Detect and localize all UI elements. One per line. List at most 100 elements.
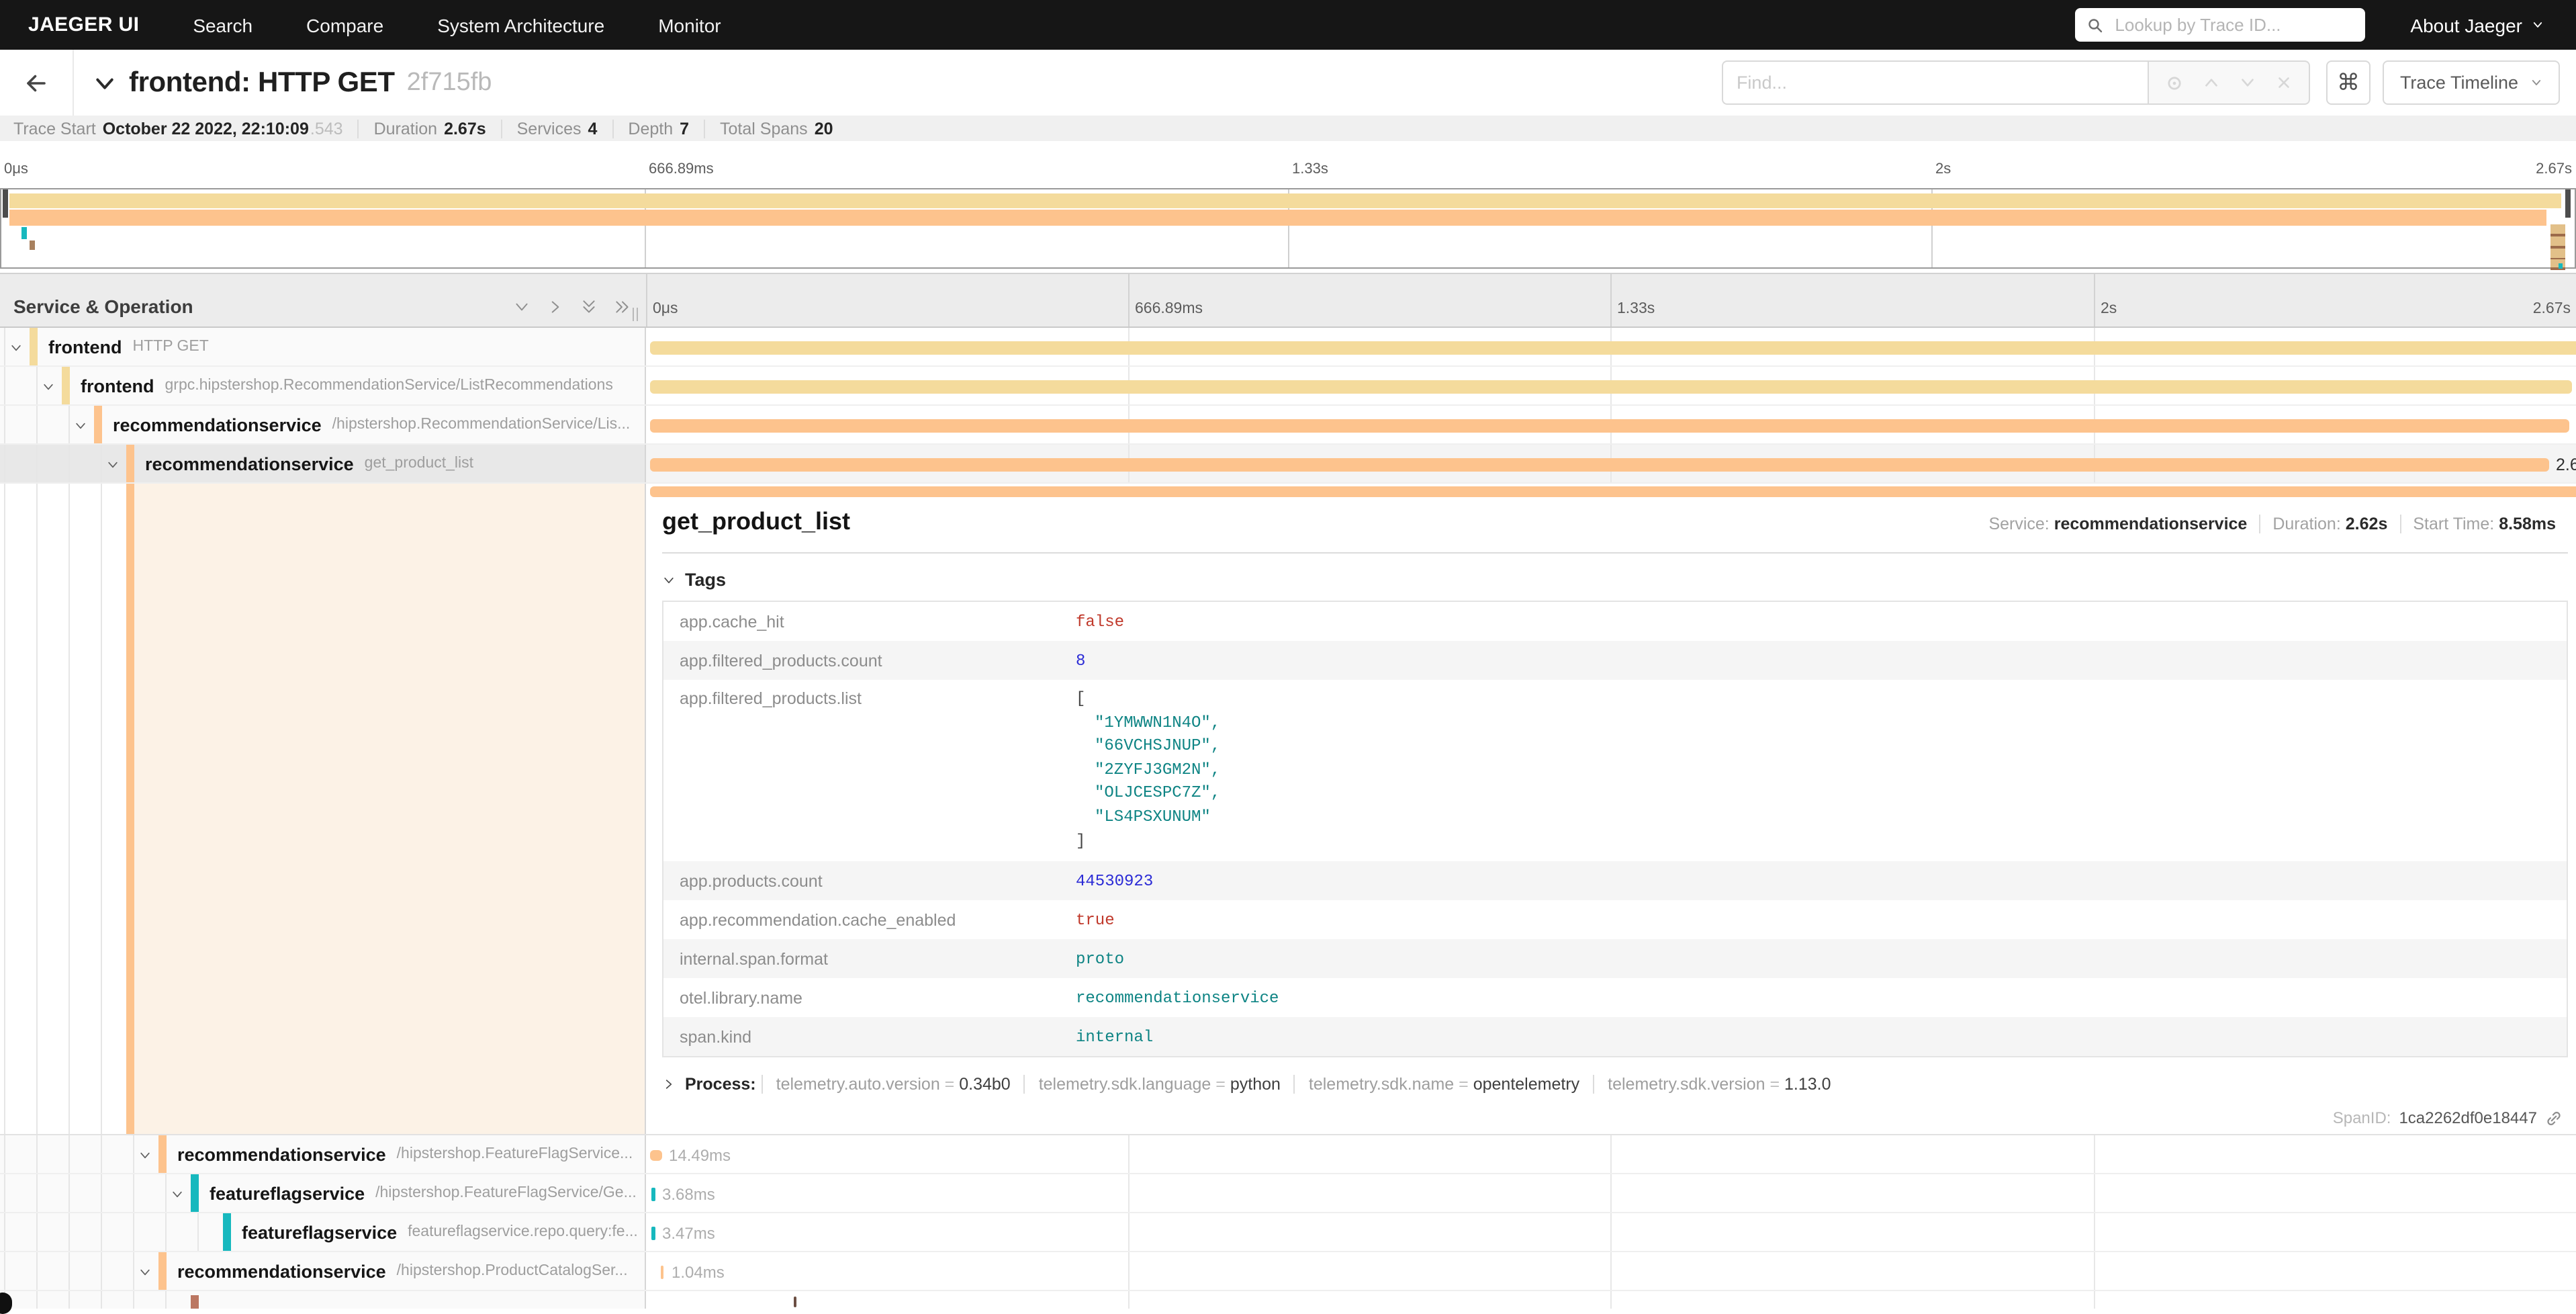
- timeline-tick: 2.67s: [2533, 301, 2571, 317]
- span-service: frontend: [48, 337, 122, 357]
- collapse-span-chevron[interactable]: [138, 1266, 152, 1279]
- focus-target-icon[interactable]: [2165, 73, 2184, 92]
- span-row-featureflag-repo-query[interactable]: featureflagservice featureflagservice.re…: [0, 1213, 2576, 1252]
- minimap-canvas[interactable]: [0, 188, 2576, 269]
- span-row-featureflag-get[interactable]: featureflagservice /hipstershop.FeatureF…: [0, 1174, 2576, 1213]
- collapse-span-chevron[interactable]: [106, 458, 120, 472]
- collapse-span-chevron[interactable]: [9, 341, 23, 355]
- timeline-tick: 666.89ms: [1135, 301, 1203, 317]
- minimap-right-scrubber[interactable]: [2565, 189, 2571, 218]
- trace-lookup-input[interactable]: [2112, 13, 2352, 36]
- span-operation: /hipstershop.ProductCatalogSer...: [397, 1263, 628, 1279]
- collapse-span-chevron[interactable]: [138, 1149, 152, 1162]
- collapse-all-icon[interactable]: [580, 298, 598, 316]
- span-duration: 3.47ms: [662, 1224, 715, 1243]
- detail-service: Service: recommendationservice: [1976, 515, 2259, 533]
- find-prev-icon[interactable]: [2203, 74, 2220, 91]
- span-row-frontend-httpget[interactable]: frontend HTTP GET: [0, 328, 2576, 367]
- find-next-icon[interactable]: [2239, 74, 2256, 91]
- process-tag: telemetry.sdk.languagepython: [1024, 1075, 1294, 1094]
- span-bar[interactable]: [650, 380, 2572, 394]
- span-detail-row: get_product_list Service: recommendation…: [0, 484, 2576, 1135]
- chevron-down-icon: [2530, 77, 2542, 89]
- trace-view-select[interactable]: Trace Timeline: [2383, 60, 2560, 105]
- expand-one-icon[interactable]: [547, 298, 564, 316]
- span-bar[interactable]: [650, 1150, 662, 1161]
- column-resizer-handle[interactable]: [633, 308, 638, 321]
- span-duration: 2.62s: [2556, 455, 2576, 474]
- trace-lookup-box[interactable]: [2074, 8, 2364, 42]
- about-jaeger-menu[interactable]: About Jaeger: [2410, 14, 2544, 36]
- app-brand[interactable]: JAEGER UI: [28, 13, 139, 36]
- collapse-span-chevron[interactable]: [42, 380, 55, 394]
- span-id: SpanID: 1ca2262df0e18447: [2333, 1108, 2563, 1127]
- process-tag: telemetry.sdk.nameopentelemetry: [1294, 1075, 1593, 1094]
- service-operation-header: Service & Operation: [13, 296, 193, 317]
- tag-row: app.cache_hit false: [663, 602, 2567, 641]
- tag-row: span.kind internal: [663, 1017, 2567, 1056]
- detail-duration: Duration: 2.62s: [2259, 515, 2399, 533]
- span-service: frontend: [81, 376, 154, 396]
- clear-find-icon[interactable]: [2275, 74, 2293, 91]
- span-bar[interactable]: [651, 1227, 655, 1240]
- search-icon: [2086, 17, 2103, 33]
- span-operation: get_product_list: [365, 455, 473, 472]
- nav-item-monitor[interactable]: Monitor: [658, 14, 721, 36]
- tags-section-title: Tags: [685, 570, 726, 590]
- span-detail-panel: get_product_list Service: recommendation…: [646, 484, 2576, 1134]
- span-bar[interactable]: [651, 1188, 655, 1201]
- tag-row: otel.library.name recommendationservice: [663, 978, 2567, 1017]
- link-icon[interactable]: [2545, 1109, 2563, 1127]
- minimap-span-bar: [9, 209, 2546, 225]
- span-operation: grpc.hipstershop.RecommendationService/L…: [165, 378, 613, 394]
- collapse-span-chevron[interactable]: [74, 419, 87, 433]
- span-row-recommendation-productcatalog[interactable]: recommendationservice /hipstershop.Produ…: [0, 1252, 2576, 1291]
- timeline-minimap[interactable]: 0μs 666.89ms 1.33s 2s 2.67s: [0, 141, 2576, 273]
- minimap-left-scrubber[interactable]: [3, 189, 8, 218]
- minimap-span-bar: [2550, 236, 2565, 249]
- span-duration: 14.49ms: [669, 1146, 731, 1165]
- chevron-right-icon: [662, 1078, 676, 1091]
- find-input[interactable]: [1722, 60, 2148, 105]
- span-detail-left-gutter: [0, 484, 646, 1134]
- span-bar[interactable]: [650, 419, 2569, 433]
- nav-item-search[interactable]: Search: [193, 14, 252, 36]
- keyboard-shortcuts-button[interactable]: ⌘: [2326, 60, 2371, 105]
- minimap-span-bar: [2559, 263, 2563, 269]
- span-bar[interactable]: [794, 1297, 796, 1307]
- command-icon: ⌘: [2337, 69, 2360, 96]
- span-row-get-product-list[interactable]: recommendationservice get_product_list 2…: [0, 445, 2576, 484]
- span-row-recommendation-featureflag[interactable]: recommendationservice /hipstershop.Featu…: [0, 1135, 2576, 1174]
- minimap-span-bar: [2550, 259, 2565, 270]
- timeline-grid-header: Service & Operation 0μs 666.89ms 1.33s 2…: [0, 273, 2576, 328]
- timeline-tick: 2s: [2101, 301, 2117, 317]
- tag-row: internal.span.format proto: [663, 939, 2567, 978]
- collapse-trace-chevron[interactable]: [94, 72, 116, 93]
- span-service: featureflagservice: [242, 1222, 397, 1242]
- process-section-toggle[interactable]: Process: telemetry.auto.version0.34b0 te…: [662, 1075, 2568, 1094]
- span-row-partial[interactable]: [0, 1291, 2576, 1309]
- span-bar[interactable]: [661, 1266, 663, 1279]
- minimap-tick: 0μs: [4, 161, 28, 177]
- span-row-recommendation-list[interactable]: recommendationservice /hipstershop.Recom…: [0, 406, 2576, 445]
- nav-item-compare[interactable]: Compare: [306, 14, 383, 36]
- top-nav: JAEGER UI Search Compare System Architec…: [0, 0, 2576, 50]
- span-row-frontend-listrecommendations[interactable]: frontend grpc.hipstershop.Recommendation…: [0, 367, 2576, 406]
- span-bar[interactable]: [650, 341, 2576, 355]
- minimap-span-bar: [9, 193, 2561, 208]
- tag-row: app.filtered_products.list [ "1YMWWN1N4O…: [663, 680, 2567, 861]
- span-bar[interactable]: [650, 458, 2549, 472]
- tags-section-toggle[interactable]: Tags: [662, 570, 2568, 590]
- span-detail-accent-strip: [650, 486, 2576, 497]
- chevron-down-icon: [662, 573, 676, 586]
- minimap-tick: 666.89ms: [649, 161, 714, 177]
- collapse-span-chevron[interactable]: [171, 1188, 184, 1201]
- back-button[interactable]: [0, 50, 74, 116]
- nav-item-system-architecture[interactable]: System Architecture: [437, 14, 604, 36]
- span-duration: 3.68ms: [662, 1185, 715, 1204]
- expand-all-icon[interactable]: [614, 298, 631, 316]
- span-operation: HTTP GET: [133, 339, 209, 355]
- trace-summary-bar: Trace Start October 22 2022, 22:10:09.54…: [0, 116, 2576, 141]
- collapse-one-icon[interactable]: [513, 298, 531, 316]
- span-service: recommendationservice: [177, 1261, 386, 1281]
